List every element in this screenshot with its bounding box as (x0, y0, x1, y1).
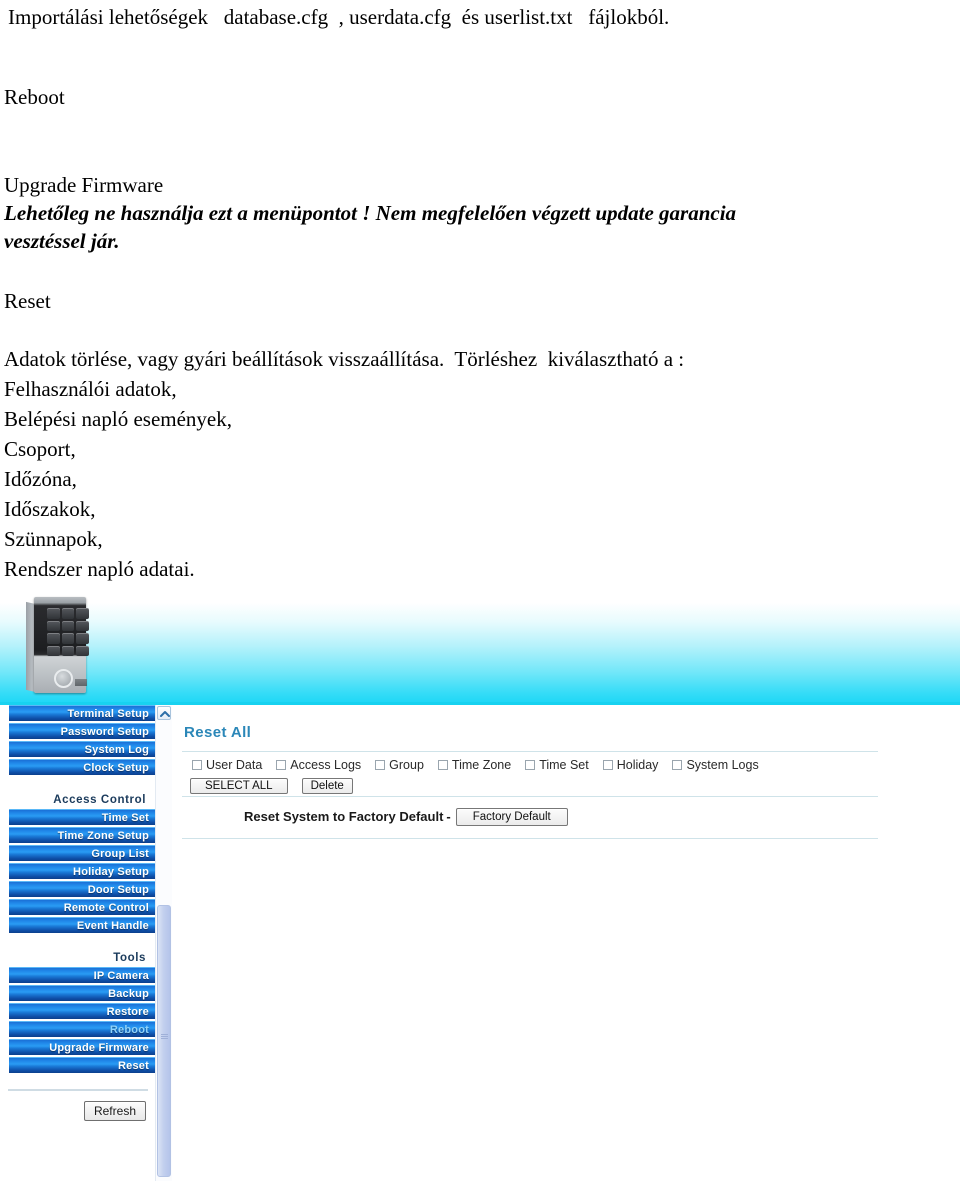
reset-item: Szünnapok, (4, 527, 103, 551)
device-key (61, 620, 75, 631)
checkbox-label: Access Logs (290, 758, 362, 772)
device-keypad (47, 608, 89, 656)
sidebar-item-time-set[interactable]: Time Set (9, 809, 155, 825)
scrollbar-thumb[interactable] (157, 905, 171, 1177)
device-key (76, 608, 89, 619)
device-front-panel (34, 597, 89, 693)
checkbox-label: Holiday (616, 758, 659, 772)
checkbox-item-user-data[interactable]: User Data (192, 758, 262, 772)
delete-button[interactable]: Delete (301, 778, 353, 794)
device-key (61, 645, 75, 656)
factory-default-dash: - (446, 809, 451, 824)
checkbox-icon[interactable] (525, 760, 536, 770)
sidebar-group-heading-access-control: Access Control (53, 794, 146, 806)
app-banner (0, 586, 960, 705)
intro-paragraph: Importálási lehetőségek database.cfg , u… (8, 5, 670, 29)
upgrade-firmware-heading: Upgrade Firmware (4, 173, 164, 197)
scrollbar-up-button[interactable] (157, 706, 171, 720)
embedded-screenshot: Terminal Setup Password Setup System Log… (0, 586, 960, 1181)
reset-item: Időzóna, (4, 467, 77, 491)
checkbox-icon[interactable] (437, 760, 448, 770)
sidebar-item-time-zone-setup[interactable]: Time Zone Setup (9, 827, 155, 843)
sidebar-item-clock-setup[interactable]: Clock Setup (9, 759, 155, 775)
main-content-panel: Reset All User Data Access Logs Group Time … (172, 705, 960, 1181)
checkbox-label: System Logs (686, 758, 759, 772)
device-key (61, 608, 75, 619)
device-key (76, 620, 89, 631)
chevron-up-icon (160, 711, 170, 717)
checkbox-item-time-set[interactable]: Time Set (525, 758, 589, 772)
sidebar-item-remote-control[interactable]: Remote Control (9, 899, 155, 915)
reset-description-list: Adatok törlése, vagy gyári beállítások v… (4, 344, 684, 584)
sidebar-group-heading-tools: Tools (113, 952, 146, 964)
sidebar-item-backup[interactable]: Backup (9, 985, 155, 1001)
sidebar-navigation: Terminal Setup Password Setup System Log… (0, 705, 155, 1181)
sidebar-item-restore[interactable]: Restore (9, 1003, 155, 1019)
sidebar-item-terminal-setup[interactable]: Terminal Setup (9, 705, 155, 721)
checkbox-icon[interactable] (375, 760, 386, 770)
upgrade-warning-line-1: Lehetőleg ne használja ezt a menüpontot … (4, 201, 737, 225)
scrollbar-grip-icon (161, 1034, 168, 1040)
factory-default-button[interactable]: Factory Default (455, 808, 568, 826)
device-key (76, 633, 89, 644)
refresh-button-wrapper: Refresh (0, 1101, 152, 1121)
sidebar-item-group-list[interactable]: Group List (9, 845, 155, 861)
sidebar-item-reboot[interactable]: Reboot (9, 1021, 155, 1037)
device-key (47, 608, 60, 619)
reset-item: Csoport, (4, 437, 76, 461)
factory-default-row: Reset System to Factory Default - Factory … (244, 808, 568, 826)
checkbox-item-group[interactable]: Group (375, 758, 424, 772)
upgrade-warning-line-2: vesztéssel jár. (4, 229, 120, 253)
content-divider (182, 751, 878, 752)
factory-default-label: Reset System to Factory Default (244, 809, 444, 824)
reset-checkbox-row: User Data Access Logs Group Time Zone Time S… (192, 758, 773, 772)
keypad-access-terminal-image (26, 597, 89, 695)
checkbox-item-system-logs[interactable]: System Logs (672, 758, 759, 772)
refresh-button[interactable]: Refresh (83, 1101, 146, 1121)
checkbox-label: Time Set (539, 758, 589, 772)
reset-description: Adatok törlése, vagy gyári beállítások v… (4, 347, 685, 371)
select-all-button[interactable]: SELECT ALL (190, 778, 288, 794)
checkbox-label: Time Zone (451, 758, 512, 772)
device-key (47, 620, 60, 631)
checkbox-icon[interactable] (192, 760, 202, 770)
sidebar-item-system-log[interactable]: System Log (9, 741, 155, 757)
checkbox-icon[interactable] (672, 760, 683, 770)
content-divider (182, 796, 878, 797)
device-key (61, 633, 75, 644)
sidebar-item-ip-camera[interactable]: IP Camera (9, 967, 155, 983)
device-key (76, 645, 89, 656)
reset-action-buttons: SELECT ALL Delete (190, 776, 353, 794)
checkbox-icon[interactable] (602, 760, 613, 770)
checkbox-item-time-zone[interactable]: Time Zone (437, 758, 512, 772)
reset-heading: Reset (4, 289, 51, 313)
reboot-heading: Reboot (4, 85, 65, 109)
sidebar-item-reset[interactable]: Reset (9, 1057, 155, 1073)
reset-item: Felhasználói adatok, (4, 377, 177, 401)
checkbox-item-holiday[interactable]: Holiday (602, 758, 659, 772)
checkbox-label: Group (389, 758, 424, 772)
sidebar-item-holiday-setup[interactable]: Holiday Setup (9, 863, 155, 879)
reset-item: Belépési napló események, (4, 407, 233, 431)
sidebar-item-door-setup[interactable]: Door Setup (9, 881, 155, 897)
device-logo (75, 679, 87, 686)
device-key (47, 645, 60, 656)
sidebar-scrollbar[interactable] (155, 705, 173, 1181)
checkbox-item-access-logs[interactable]: Access Logs (276, 758, 361, 772)
sidebar-item-password-setup[interactable]: Password Setup (9, 723, 155, 739)
sidebar-item-upgrade-firmware[interactable]: Upgrade Firmware (9, 1039, 155, 1055)
checkbox-label: User Data (206, 758, 263, 772)
reset-item: Rendszer napló adatai. (4, 557, 195, 581)
sidebar-item-event-handle[interactable]: Event Handle (9, 917, 155, 933)
device-key (47, 633, 60, 644)
page-title: Reset All (184, 724, 252, 741)
reset-item: Időszakok, (4, 497, 96, 521)
checkbox-icon[interactable] (276, 760, 287, 770)
device-card-reader-icon (54, 669, 73, 688)
content-divider (182, 838, 878, 839)
